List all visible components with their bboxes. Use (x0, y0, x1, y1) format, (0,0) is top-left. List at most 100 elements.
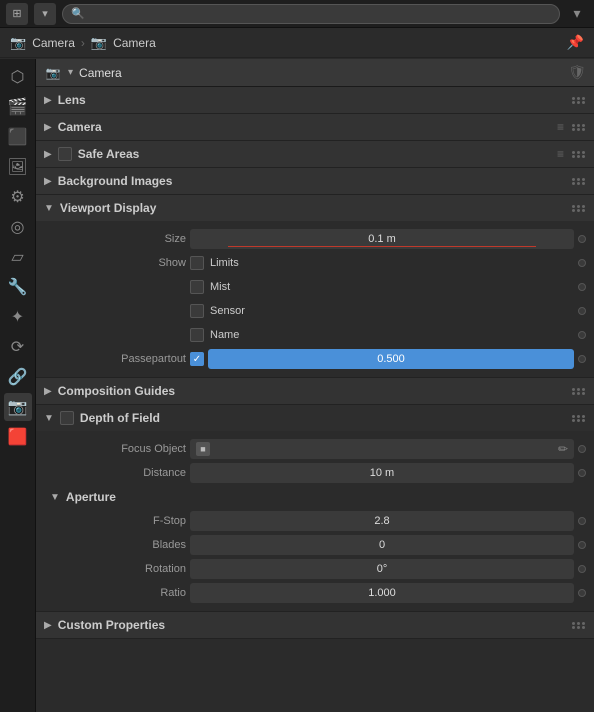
focus-object-field[interactable]: ■ ✏ (190, 439, 574, 459)
passepartout-field[interactable]: 0.500 (208, 349, 574, 369)
sidebar-icon-material[interactable]: 🟥 (4, 423, 32, 451)
settings-button[interactable]: ▾ (566, 3, 588, 25)
limits-dot[interactable] (578, 259, 586, 267)
subsection-aperture[interactable]: ▼ Aperture (36, 485, 594, 509)
distance-field[interactable]: 10 m (190, 463, 574, 483)
checkbox-passepartout[interactable]: ✓ (190, 352, 204, 366)
section-background-images: ▶ Background Images (36, 168, 594, 195)
toggle-icon-camera: ▶ (44, 122, 52, 133)
blades-label: Blades (56, 539, 186, 551)
focus-object-icon: ■ (196, 442, 210, 456)
section-title-lens: Lens (58, 93, 566, 107)
rotation-field[interactable]: 0° (190, 559, 574, 579)
section-menu-safe-areas[interactable] (572, 151, 586, 158)
limits-label: Limits (210, 257, 239, 269)
sidebar-icon-particles[interactable]: ✦ (4, 303, 32, 331)
focus-object-dot[interactable] (578, 445, 586, 453)
ratio-label: Ratio (56, 587, 186, 599)
breadcrumb-label-2[interactable]: Camera (113, 36, 156, 50)
prop-row-size: Size 0.1 m (36, 227, 594, 251)
sidebar-icon-render[interactable]: 🎬 (4, 93, 32, 121)
passepartout-label: Passepartout (56, 353, 186, 365)
fstop-dot[interactable] (578, 517, 586, 525)
prop-row-ratio: Ratio 1.000 (36, 581, 594, 605)
prop-row-fstop: F-Stop 2.8 (36, 509, 594, 533)
focus-object-label: Focus Object (56, 443, 186, 455)
view-button[interactable]: ▾ (34, 3, 56, 25)
object-name[interactable]: Camera (79, 66, 562, 80)
passepartout-dot[interactable] (578, 355, 586, 363)
mist-dot[interactable] (578, 283, 586, 291)
section-header-depth-of-field[interactable]: ▼ Depth of Field (36, 405, 594, 431)
object-dropdown[interactable]: ▾ (68, 67, 73, 78)
pin-icon[interactable]: 📌 (567, 34, 584, 51)
section-header-lens[interactable]: ▶ Lens (36, 87, 594, 113)
section-header-custom-properties[interactable]: ▶ Custom Properties (36, 612, 594, 638)
section-title-depth-of-field: Depth of Field (80, 411, 566, 425)
toggle-icon-viewport: ▼ (44, 203, 54, 214)
section-menu-comp-guides[interactable] (572, 388, 586, 395)
section-header-camera[interactable]: ▶ Camera ≡ (36, 114, 594, 140)
section-header-background-images[interactable]: ▶ Background Images (36, 168, 594, 194)
sidebar-icon-data[interactable]: 📷 (4, 393, 32, 421)
menu-button[interactable]: ⊞ (6, 3, 28, 25)
top-bar: ⊞ ▾ 🔍 ▾ (0, 0, 594, 28)
section-menu-bg-images[interactable] (572, 178, 586, 185)
dropdown-icon: ▾ (42, 7, 48, 20)
chevron-down-icon: ▾ (573, 5, 580, 22)
fstop-field[interactable]: 2.8 (190, 511, 574, 531)
sidebar-icon-output[interactable]: ⬛ (4, 123, 32, 151)
sidebar-icon-modifier[interactable]: 🔧 (4, 273, 32, 301)
show-limits-row: Show Limits (36, 251, 594, 275)
ratio-dot[interactable] (578, 589, 586, 597)
size-label: Size (56, 233, 186, 245)
section-menu-viewport[interactable] (572, 205, 586, 212)
size-field[interactable]: 0.1 m (190, 229, 574, 249)
checkbox-mist[interactable] (190, 280, 204, 294)
mist-group: Mist (190, 280, 574, 294)
sidebar-icon-viewlayer[interactable]: 🖼 (4, 153, 32, 181)
checkbox-name[interactable] (190, 328, 204, 342)
sidebar-icon-view[interactable]: ⬡ (4, 63, 32, 91)
size-dot[interactable] (578, 235, 586, 243)
section-header-viewport-display[interactable]: ▼ Viewport Display (36, 195, 594, 221)
section-header-composition-guides[interactable]: ▶ Composition Guides (36, 378, 594, 404)
sidebar-icon-scene[interactable]: ⚙ (4, 183, 32, 211)
checkbox-dof[interactable] (60, 411, 74, 425)
section-menu-lens[interactable] (572, 97, 586, 104)
show-mist-row: Mist (36, 275, 594, 299)
viewport-display-content: Size 0.1 m Show Limits Mist (36, 221, 594, 377)
blades-field[interactable]: 0 (190, 535, 574, 555)
section-menu-camera[interactable] (572, 124, 586, 131)
checkbox-sensor[interactable] (190, 304, 204, 318)
name-dot[interactable] (578, 331, 586, 339)
section-menu-dof[interactable] (572, 415, 586, 422)
name-group: Name (190, 328, 574, 342)
list-icon-camera[interactable]: ≡ (557, 120, 564, 134)
section-custom-properties: ▶ Custom Properties (36, 612, 594, 639)
sidebar-icon-physics[interactable]: ⟳ (4, 333, 32, 361)
sidebar-icon-world[interactable]: ◎ (4, 213, 32, 241)
shield-icon[interactable]: 🛡 (568, 64, 586, 81)
checkbox-limits[interactable] (190, 256, 204, 270)
sidebar-icon-object[interactable]: ▱ (4, 243, 32, 271)
breadcrumb-icon-2: 📷 (91, 35, 107, 51)
distance-dot[interactable] (578, 469, 586, 477)
section-header-safe-areas[interactable]: ▶ Safe Areas ≡ (36, 141, 594, 167)
focus-object-pick[interactable]: ✏ (558, 442, 568, 456)
blades-dot[interactable] (578, 541, 586, 549)
search-box[interactable]: 🔍 (62, 4, 560, 24)
main-panel: 📷 ▾ Camera 🛡 ▶ Lens ▶ Camera ≡ (36, 59, 594, 712)
search-icon: 🔍 (71, 7, 85, 20)
rotation-dot[interactable] (578, 565, 586, 573)
checkbox-safe-areas[interactable] (58, 147, 72, 161)
sensor-label: Sensor (210, 305, 245, 317)
passepartout-group: ✓ 0.500 (190, 349, 574, 369)
sidebar-icon-constraints[interactable]: 🔗 (4, 363, 32, 391)
section-menu-custom-props[interactable] (572, 622, 586, 629)
list-icon-safe-areas[interactable]: ≡ (557, 147, 564, 161)
show-name-row: Name (36, 323, 594, 347)
breadcrumb-label-1[interactable]: Camera (32, 36, 75, 50)
sensor-dot[interactable] (578, 307, 586, 315)
ratio-field[interactable]: 1.000 (190, 583, 574, 603)
